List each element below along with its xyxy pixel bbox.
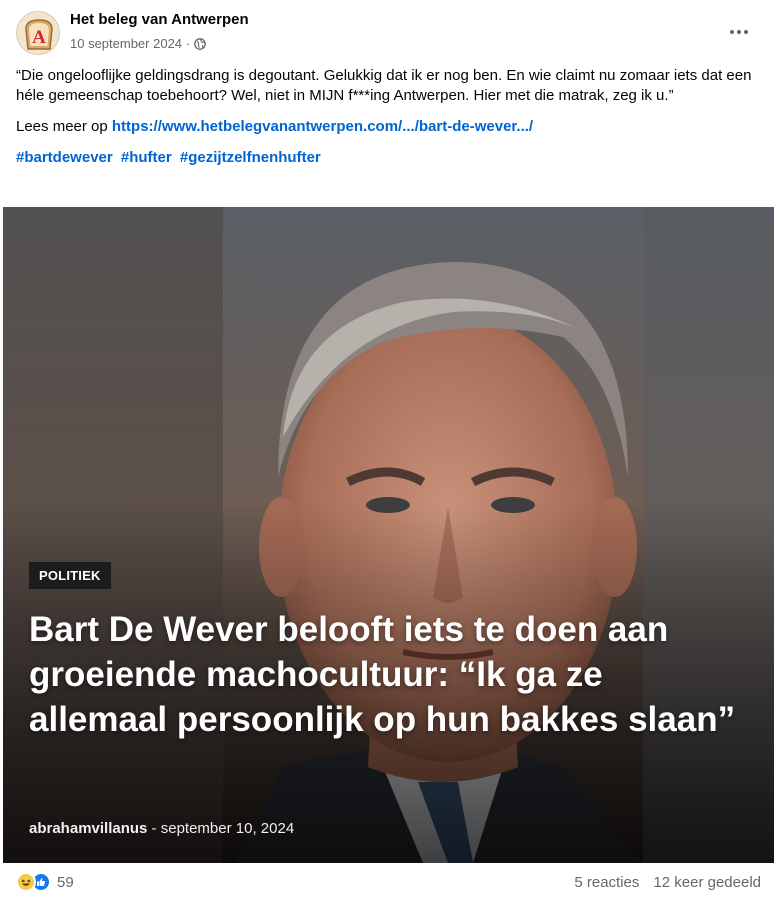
post-footer: 59 5 reacties 12 keer gedeeld — [16, 866, 761, 898]
comments-count[interactable]: 5 reacties — [574, 874, 639, 891]
hashtag-bartdewever[interactable]: #bartdewever — [16, 149, 113, 166]
reaction-count: 59 — [57, 873, 74, 891]
article-category-badge[interactable]: POLITIEK — [29, 562, 111, 589]
post-stats: 5 reacties 12 keer gedeeld — [574, 874, 761, 891]
read-more-line: Lees meer op https://www.hetbelegvanantw… — [16, 117, 762, 137]
page-avatar[interactable]: A — [16, 11, 60, 55]
post-text: “Die ongelooflijke geldingsdrang is dego… — [16, 66, 762, 179]
bread-slice-logo-icon: A — [17, 12, 59, 54]
hashtag-hufter[interactable]: #hufter — [121, 149, 172, 166]
post-header: A Het beleg van Antwerpen 10 september 2… — [16, 10, 761, 58]
reaction-summary[interactable]: 59 — [16, 872, 74, 892]
globe-icon[interactable] — [194, 37, 207, 50]
article-link[interactable]: https://www.hetbelegvanantwerpen.com/...… — [112, 118, 533, 135]
shares-count[interactable]: 12 keer gedeeld — [653, 874, 761, 891]
byline-separator: - — [147, 820, 161, 837]
read-more-prefix: Lees meer op — [16, 118, 112, 135]
article-preview-image[interactable]: POLITIEK Bart De Wever belooft iets te d… — [3, 207, 774, 863]
facebook-post: A Het beleg van Antwerpen 10 september 2… — [0, 0, 777, 902]
article-headline[interactable]: Bart De Wever belooft iets te doen aan g… — [29, 607, 749, 742]
post-quote: “Die ongelooflijke geldingsdrang is dego… — [16, 67, 752, 104]
meta-separator: · — [186, 36, 191, 51]
article-author[interactable]: abrahamvillanus — [29, 820, 147, 837]
article-date: september 10, 2024 — [160, 820, 295, 837]
article-byline: abrahamvillanus - september 10, 2024 — [29, 820, 294, 837]
post-date[interactable]: 10 september 2024 — [70, 36, 182, 51]
more-options-icon[interactable] — [721, 18, 757, 46]
hashtag-gezijtzelfnenhufter[interactable]: #gezijtzelfnenhufter — [180, 149, 321, 166]
haha-reaction-icon — [16, 872, 36, 892]
hashtags: #bartdewever #hufter #gezijtzelfnenhufte… — [16, 148, 762, 168]
post-meta: 10 september 2024 · — [70, 36, 207, 51]
page-name[interactable]: Het beleg van Antwerpen — [70, 11, 249, 28]
portrait-photo — [3, 207, 774, 863]
svg-text:A: A — [32, 27, 46, 48]
